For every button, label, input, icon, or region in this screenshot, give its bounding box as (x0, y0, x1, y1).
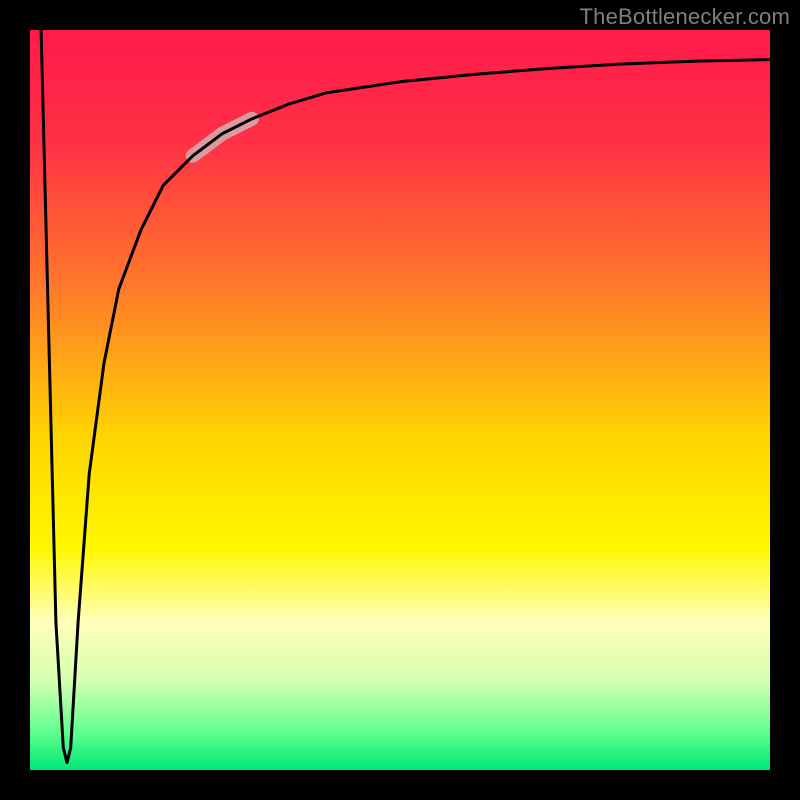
frame-border (770, 30, 800, 770)
plot-background (30, 30, 770, 770)
frame-border (0, 30, 30, 770)
chart-container: TheBottlenecker.com (0, 0, 800, 800)
frame-border (0, 770, 800, 800)
attribution-label: TheBottlenecker.com (580, 4, 790, 30)
bottleneck-chart (0, 0, 800, 800)
